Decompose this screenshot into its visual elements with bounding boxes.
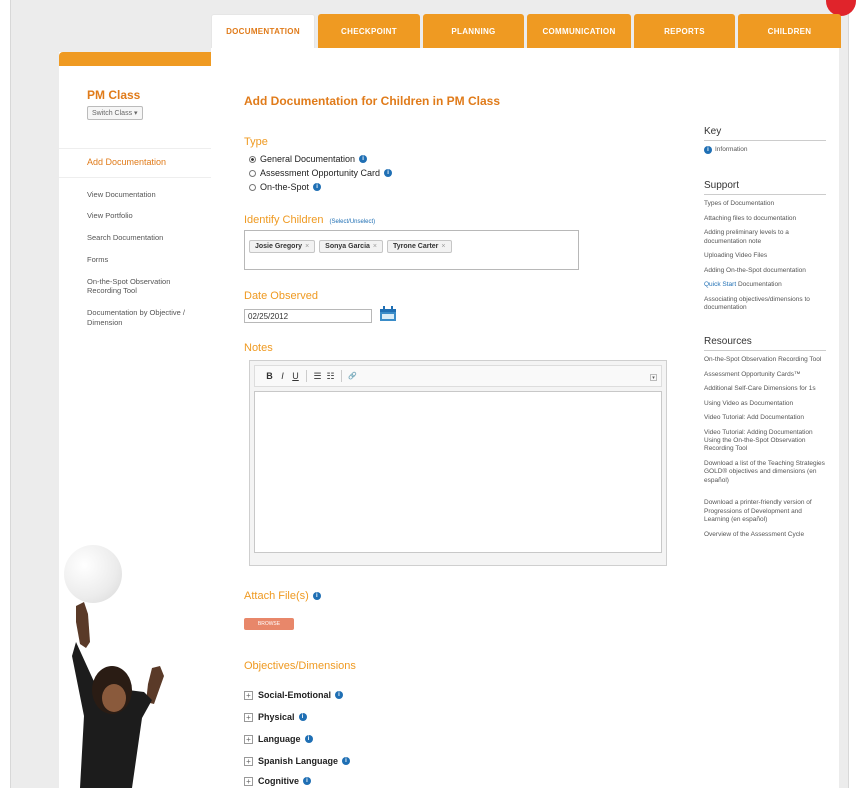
sidebar-item-on-the-spot-tool[interactable]: On-the-Spot Observation Recording Tool [59, 271, 211, 303]
objectives-label: Objectives/Dimensions [244, 660, 356, 672]
date-observed-input[interactable]: 02/25/2012 [244, 309, 372, 323]
bullet-list-icon[interactable]: ☰ [311, 371, 324, 382]
select-unselect-link[interactable]: (Select/Unselect) [330, 219, 376, 225]
sidebar-item-view-documentation[interactable]: View Documentation [59, 184, 211, 206]
underline-button[interactable]: U [289, 371, 302, 381]
tab-documentation[interactable]: DOCUMENTATION [211, 14, 315, 48]
remove-icon: × [372, 243, 378, 250]
child-chip[interactable]: Sonya Garcia × [319, 240, 384, 253]
support-link[interactable]: Types of Documentation [704, 200, 826, 208]
info-icon[interactable]: i [312, 592, 321, 600]
key-information: i Information [704, 146, 826, 155]
main-panel: Add Documentation for Children in PM Cla… [211, 48, 839, 788]
browse-button[interactable]: BROWSE [244, 618, 294, 630]
child-chip[interactable]: Josie Gregory × [249, 240, 316, 253]
sidebar-nav: Add Documentation View Documentation Vie… [59, 148, 211, 334]
info-icon: i [298, 713, 307, 721]
resource-link[interactable]: Assessment Opportunity Cards™ [704, 371, 826, 379]
sidebar-item-view-portfolio[interactable]: View Portfolio [59, 205, 211, 227]
italic-button[interactable]: I [276, 371, 289, 381]
info-icon[interactable]: i [359, 155, 368, 163]
child-photo [72, 602, 164, 788]
support-link[interactable]: Quick Start Documentation [704, 281, 826, 289]
notes-text-area[interactable] [254, 391, 662, 553]
identify-children-label: Identify Children (Select/Unselect) [244, 214, 376, 226]
resource-link[interactable]: Download a list of the Teaching Strategi… [704, 460, 826, 485]
balloon-image [64, 545, 122, 603]
info-icon[interactable]: i [313, 183, 322, 191]
remove-icon: × [441, 243, 446, 250]
toolbar-expand-icon[interactable]: ▾ [650, 374, 657, 381]
editor-toolbar: B I U ☰ ☷ 🔗 ▾ [254, 365, 662, 387]
objective-cognitive[interactable]: + Cognitive i [244, 776, 312, 786]
tab-children[interactable]: CHILDREN [738, 14, 841, 48]
resources-heading: Resources [704, 336, 826, 352]
info-icon: i [303, 777, 312, 785]
switch-class-dropdown[interactable]: Switch Class ▾ [87, 106, 143, 120]
objective-language[interactable]: + Language i [244, 734, 313, 744]
expand-icon: + [244, 734, 253, 744]
support-link[interactable]: Uploading Video Files [704, 252, 826, 260]
right-column: Key i Information Support Types of Docum… [704, 126, 826, 545]
info-icon: i [335, 691, 344, 699]
tab-checkpoint[interactable]: CHECKPOINT [318, 14, 420, 48]
key-heading: Key [704, 126, 826, 141]
info-icon: i [704, 146, 712, 155]
radio-assessment[interactable] [249, 169, 256, 177]
resource-link[interactable]: Overview of the Assessment Cycle [704, 531, 826, 539]
support-heading: Support [704, 180, 826, 196]
date-observed-label: Date Observed [244, 290, 318, 302]
tab-communication[interactable]: COMMUNICATION [527, 14, 631, 48]
remove-icon: × [305, 243, 310, 250]
support-link[interactable]: Adding preliminary levels to a documenta… [704, 229, 826, 246]
resource-link[interactable]: Video Tutorial: Add Documentation [704, 414, 826, 422]
numbered-list-icon[interactable]: ☷ [324, 371, 337, 382]
notes-editor: B I U ☰ ☷ 🔗 ▾ [249, 360, 667, 566]
expand-icon: + [244, 776, 253, 786]
calendar-icon[interactable] [379, 306, 397, 322]
notes-label: Notes [244, 342, 273, 354]
expand-icon: + [244, 712, 253, 722]
tab-reports[interactable]: REPORTS [634, 14, 735, 48]
objective-physical[interactable]: + Physical i [244, 712, 307, 722]
bold-button[interactable]: B [263, 371, 276, 381]
info-icon: i [342, 757, 351, 765]
objective-social-emotional[interactable]: + Social-Emotional i [244, 690, 344, 700]
support-link[interactable]: Associating objectives/dimensions to doc… [704, 296, 826, 313]
sidebar-item-documentation-by-objective[interactable]: Documentation by Objective / Dimension [59, 302, 211, 334]
support-link[interactable]: Attaching files to documentation [704, 215, 826, 223]
resource-link[interactable]: Additional Self-Care Dimensions for 1s [704, 385, 826, 393]
resource-link[interactable]: On-the-Spot Observation Recording Tool [704, 356, 826, 364]
page-title: Add Documentation for Children in PM Cla… [244, 94, 501, 108]
link-icon[interactable]: 🔗 [346, 372, 359, 380]
tab-planning[interactable]: PLANNING [423, 14, 524, 48]
sidebar-item-forms[interactable]: Forms [59, 249, 211, 271]
resource-link[interactable]: Video Tutorial: Adding Documentation Usi… [704, 429, 826, 454]
resource-link[interactable]: Download a printer-friendly version of P… [704, 499, 826, 524]
resource-link[interactable]: Using Video as Documentation [704, 400, 826, 408]
type-label: Type [244, 136, 268, 148]
expand-icon: + [244, 690, 253, 700]
class-title: PM Class [87, 88, 141, 102]
radio-general[interactable] [249, 155, 256, 163]
main-tabs: DOCUMENTATION CHECKPOINT PLANNING COMMUN… [211, 14, 844, 48]
info-icon[interactable]: i [384, 169, 393, 177]
objective-spanish-language[interactable]: + Spanish Language i [244, 756, 351, 766]
sidebar-item-add-documentation[interactable]: Add Documentation [59, 148, 211, 178]
sidebar-header-bar [59, 52, 211, 66]
type-option-general[interactable]: General Documentation i [249, 154, 368, 164]
child-chip[interactable]: Tyrone Carter × [387, 240, 452, 253]
attach-files-label: Attach File(s) i [244, 590, 321, 602]
sidebar-item-search-documentation[interactable]: Search Documentation [59, 227, 211, 249]
type-option-on-the-spot[interactable]: On-the-Spot i [249, 182, 322, 192]
expand-icon: + [244, 756, 253, 766]
info-icon: i [304, 735, 313, 743]
radio-on-the-spot[interactable] [249, 183, 256, 191]
children-selector[interactable]: Josie Gregory × Sonya Garcia × Tyrone Carter… [244, 230, 579, 270]
support-link[interactable]: Adding On-the-Spot documentation [704, 267, 826, 275]
type-option-assessment[interactable]: Assessment Opportunity Card i [249, 168, 393, 178]
